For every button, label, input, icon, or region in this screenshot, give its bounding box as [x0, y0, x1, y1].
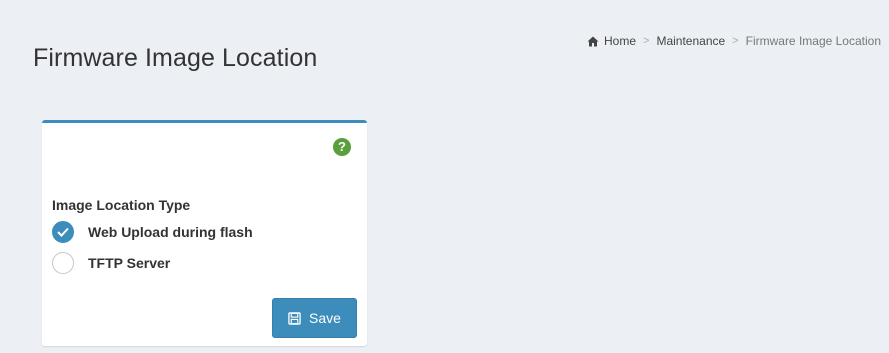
- floppy-disk-icon: [288, 311, 301, 325]
- save-button[interactable]: Save: [272, 298, 357, 338]
- radio-unchecked-icon[interactable]: [52, 252, 74, 274]
- radio-tftp-server[interactable]: TFTP Server: [52, 252, 170, 274]
- home-icon: [587, 36, 599, 46]
- breadcrumb-maintenance-link[interactable]: Maintenance: [656, 34, 725, 48]
- radio-web-upload[interactable]: Web Upload during flash: [52, 221, 253, 243]
- radio-checked-icon[interactable]: [52, 221, 74, 243]
- question-circle-icon[interactable]: ?: [333, 138, 351, 156]
- save-button-label: Save: [309, 310, 341, 326]
- content-wrapper: Firmware Image Location Home > Maintenan…: [6, 0, 889, 353]
- breadcrumb: Home > Maintenance > Firmware Image Loca…: [587, 34, 881, 48]
- breadcrumb-separator: >: [732, 35, 739, 47]
- image-location-type-label: Image Location Type: [52, 197, 191, 213]
- breadcrumb-current: Firmware Image Location: [745, 34, 881, 48]
- radio-web-upload-label: Web Upload during flash: [88, 224, 253, 240]
- breadcrumb-home-link[interactable]: Home: [604, 34, 636, 48]
- radio-tftp-server-label: TFTP Server: [88, 255, 171, 271]
- page-title: Firmware Image Location: [33, 44, 318, 72]
- breadcrumb-separator: >: [643, 35, 650, 47]
- settings-box: ? Image Location Type Web Upload during …: [42, 120, 367, 346]
